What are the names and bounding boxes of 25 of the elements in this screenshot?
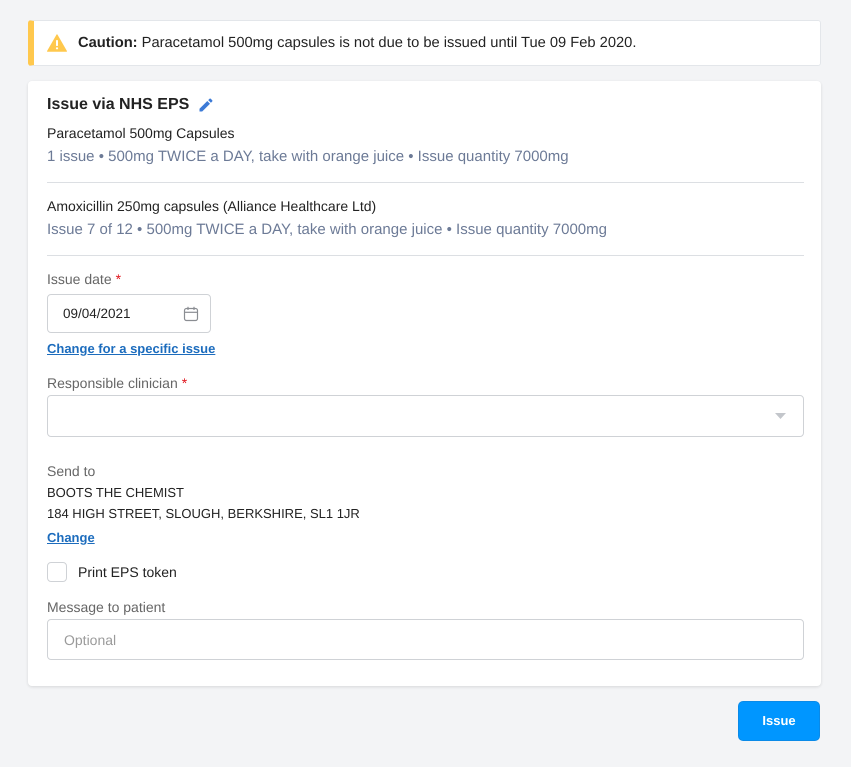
change-pharmacy-link[interactable]: Change [47, 528, 95, 548]
card-title: Issue via NHS EPS [47, 95, 190, 115]
field-label: Message to patient [47, 599, 166, 615]
pharmacy-address: 184 HIGH STREET, SLOUGH, BERKSHIRE, SL1 1JR [47, 505, 361, 523]
message-field[interactable]: Optional [47, 619, 804, 660]
alert-message: Caution: Paracetamol 500mg capsules is not due to be issued until Tue 09 Feb 2020. [78, 34, 636, 53]
change-issue-link[interactable]: Change for a specific issue [47, 339, 216, 359]
field-label: Send to [47, 463, 96, 479]
checkbox[interactable] [47, 562, 67, 582]
field-label: Issue date [47, 271, 112, 287]
calendar-icon[interactable] [183, 306, 199, 322]
medication-name: Paracetamol 500mg Capsules [47, 124, 236, 143]
field-label: Responsible clinician [47, 375, 178, 391]
medication-details: 1 issue • 500mg TWICE a DAY, take with orange juice • Issue quantity 7000mg [47, 147, 570, 167]
pencil-icon[interactable] [199, 98, 214, 112]
date-field[interactable]: 09/04/2021 [47, 294, 211, 333]
caret-icon [775, 413, 786, 419]
medication-details: Issue 7 of 12 • 500mg TWICE a DAY, take with orange juice • Issue quantity 7000mg [47, 220, 608, 240]
warning-icon [47, 34, 67, 52]
required-asterisk: * [116, 271, 122, 287]
medication-name: Amoxicillin 250mg capsules (Alliance Healthcare Ltd) [47, 197, 378, 216]
required-asterisk: * [182, 375, 188, 391]
checkbox-label: Print EPS token [78, 563, 177, 582]
pharmacy-name: BOOTS THE CHEMIST [47, 484, 185, 502]
issue-button[interactable]: Issue [738, 701, 820, 741]
